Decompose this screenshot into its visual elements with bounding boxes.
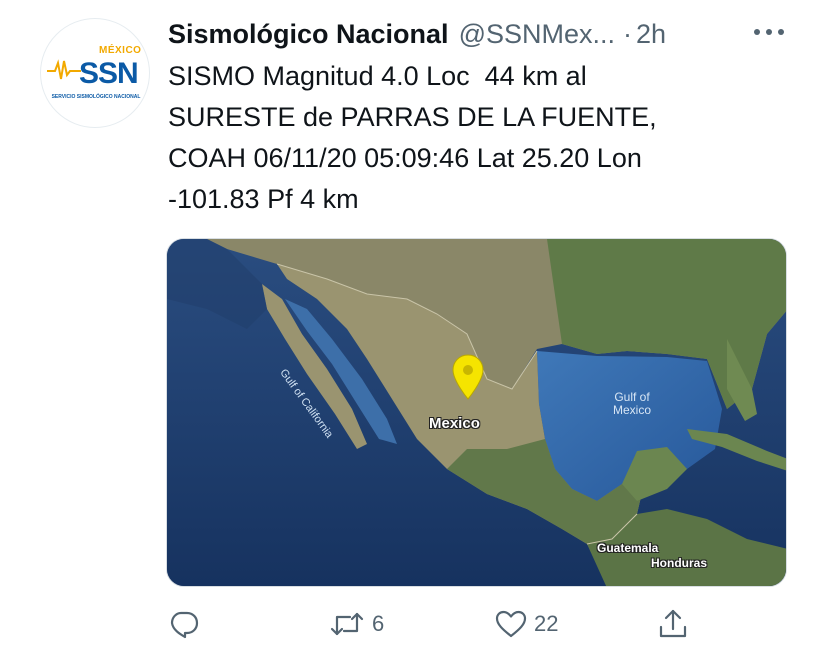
map-label-guatemala: Guatemala xyxy=(597,541,659,555)
tweet-header: Sismológico Nacional @SSNMex... · 2h xyxy=(168,14,666,54)
more-options-icon[interactable] xyxy=(752,22,786,42)
tweet-actions: 6 22 xyxy=(166,606,726,642)
user-handle[interactable]: @SSNMex... xyxy=(459,19,615,50)
map-graphic xyxy=(167,239,786,586)
retweet-button[interactable]: 6 xyxy=(328,606,384,642)
retweet-count: 6 xyxy=(372,611,385,636)
tweet[interactable]: MÉXICO SSN SERVICIO SISMOLÓGICO NACIONAL… xyxy=(0,0,828,657)
separator-dot: · xyxy=(623,18,632,49)
gulf-of-mexico-line2: Mexico xyxy=(613,403,652,417)
like-button[interactable]: 22 xyxy=(494,606,558,642)
timestamp[interactable]: 2h xyxy=(636,19,666,50)
tweet-text: SISMO Magnitud 4.0 Loc 44 km al SURESTE … xyxy=(168,61,657,214)
map-label-mexico: Mexico xyxy=(429,415,480,432)
avatar-full-name: SERVICIO SISMOLÓGICO NACIONAL xyxy=(51,94,141,100)
display-name[interactable]: Sismológico Nacional xyxy=(168,19,449,50)
avatar-acronym: SSN xyxy=(79,57,139,90)
map-pin-icon xyxy=(452,354,484,400)
reply-icon xyxy=(170,611,199,639)
avatar[interactable]: MÉXICO SSN SERVICIO SISMOLÓGICO NACIONAL xyxy=(40,18,150,128)
seismograph-wave-icon xyxy=(47,59,81,80)
share-icon xyxy=(659,609,687,638)
map-label-honduras: Honduras xyxy=(651,556,708,570)
map-image[interactable]: Gulf of California Gulf of Mexico Mexico… xyxy=(166,238,787,587)
reply-button[interactable] xyxy=(168,606,200,642)
share-button[interactable] xyxy=(656,606,690,642)
retweet-icon xyxy=(330,612,364,636)
avatar-country: MÉXICO xyxy=(99,45,142,56)
like-count: 22 xyxy=(534,611,559,636)
map-label-gulf-of-mexico: Gulf of Mexico xyxy=(613,391,651,417)
heart-icon xyxy=(495,610,527,638)
